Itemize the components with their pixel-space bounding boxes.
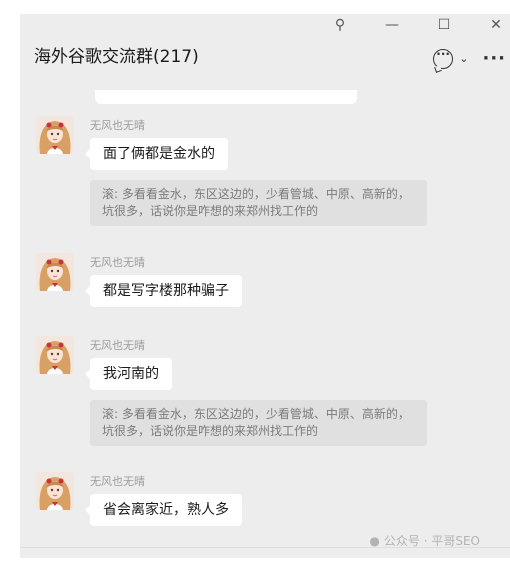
avatar[interactable]	[36, 253, 74, 291]
title-bar: ⚲ — ☐ ✕ 海外谷歌交流群(217) ⌄ ···	[20, 14, 510, 90]
sender-name: 无风也无晴	[90, 339, 145, 352]
message-bubble[interactable]: 都是写字楼那种骗子	[85, 275, 242, 307]
avatar[interactable]	[36, 472, 74, 510]
pin-icon[interactable]: ⚲	[326, 14, 354, 36]
more-options-icon[interactable]: ···	[482, 48, 506, 69]
sender-name: 无风也无晴	[90, 256, 145, 269]
close-icon[interactable]: ✕	[482, 14, 510, 36]
sender-name: 无风也无晴	[90, 475, 145, 488]
minimize-icon[interactable]: —	[378, 14, 406, 36]
title-actions: ⌄ ···	[433, 47, 506, 69]
previous-message-bubble	[95, 90, 357, 104]
message-bubble[interactable]: 省会离家近，熟人多	[85, 494, 242, 526]
wechat-icon: ●	[369, 533, 380, 548]
watermark-text: 公众号 · 平哥SEO	[383, 534, 480, 548]
sender-name: 无风也无晴	[90, 119, 145, 132]
window-controls: ⚲ — ☐ ✕	[302, 14, 510, 36]
chat-bubble-icon[interactable]	[433, 47, 454, 69]
quoted-message[interactable]: 滚: 多看看金水，东区这边的，少看管城、中原、高新的，坑很多，话说你是咋想的来郑…	[90, 400, 427, 446]
message-bubble[interactable]: 面了俩都是金水的	[85, 138, 228, 170]
chat-window: ⚲ — ☐ ✕ 海外谷歌交流群(217) ⌄ ···	[20, 14, 510, 558]
maximize-icon[interactable]: ☐	[430, 14, 458, 36]
avatar[interactable]	[36, 336, 74, 374]
chat-title: 海外谷歌交流群(217)	[34, 47, 199, 67]
message-bubble[interactable]: 我河南的	[85, 358, 172, 390]
message-list[interactable]: 无风也无晴 面了俩都是金水的 滚: 多看看金水，东区这边的，少看管城、中原、高新…	[20, 90, 510, 548]
watermark: ● 公众号 · 平哥SEO	[369, 532, 480, 549]
quoted-message[interactable]: 滚: 多看看金水，东区这边的，少看管城、中原、高新的，坑很多，话说你是咋想的来郑…	[90, 180, 427, 226]
avatar[interactable]	[36, 116, 74, 154]
chevron-down-icon[interactable]: ⌄	[459, 52, 468, 65]
